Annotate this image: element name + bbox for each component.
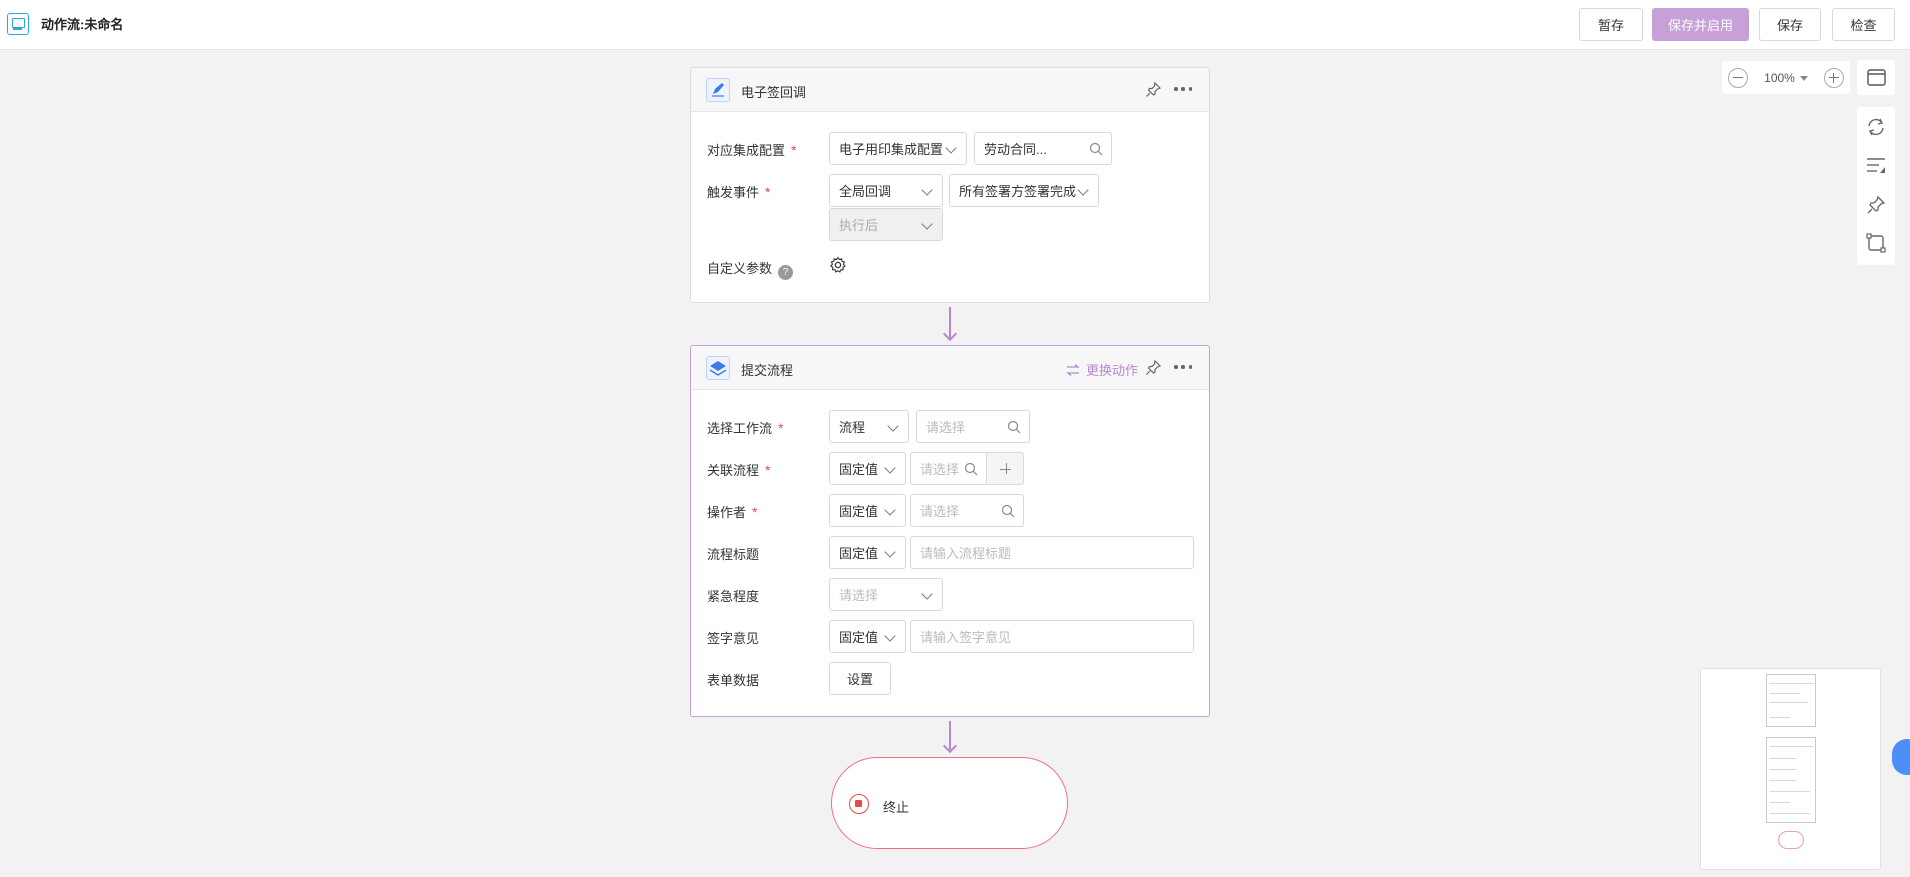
minimap[interactable] (1700, 668, 1881, 870)
caret-down-icon (1799, 75, 1808, 81)
stop-icon (849, 794, 869, 814)
end-node[interactable]: 终止 (831, 757, 1068, 849)
operator-label: 操作者 * (707, 504, 758, 520)
chevron-down-icon (921, 588, 933, 600)
chevron-down-icon (1077, 184, 1089, 196)
refresh-icon[interactable] (1865, 116, 1887, 138)
search-icon (964, 462, 978, 476)
card-header: 电子签回调 (691, 68, 1209, 112)
urgency-select[interactable]: 请选择 (829, 578, 943, 611)
zoom-value: 100% (1764, 70, 1795, 85)
related-search[interactable]: 请选择 (910, 452, 987, 485)
fit-screen-button[interactable] (1857, 60, 1895, 95)
event-select[interactable]: 全局回调 (829, 174, 943, 207)
event-timing-select: 执行后 (829, 208, 943, 241)
app-icon (7, 13, 29, 35)
card-title: 电子签回调 (741, 85, 807, 100)
flow-title-type-select[interactable]: 固定值 (829, 536, 906, 569)
swap-action-label: 更换动作 (1086, 363, 1139, 378)
zoom-in-icon[interactable] (1823, 67, 1844, 88)
save-button[interactable]: 保存 (1759, 8, 1821, 41)
workflow-label: 选择工作流 * (707, 420, 784, 436)
swap-action-button[interactable]: 更换动作 (1066, 360, 1138, 379)
end-node-label: 终止 (883, 800, 910, 815)
operator-type-select[interactable]: 固定值 (829, 494, 906, 527)
card-title: 提交流程 (741, 363, 794, 378)
minimap-end-node (1778, 831, 1804, 849)
operator-search[interactable]: 请选择 (910, 494, 1024, 527)
zoom-select[interactable]: 100% (1764, 71, 1808, 85)
workflow-type-select[interactable]: 流程 (829, 410, 909, 443)
chevron-down-icon (921, 184, 933, 196)
sign-opinion-input[interactable]: 请输入签字意见 (910, 620, 1194, 653)
search-icon (1089, 142, 1103, 156)
page-title: 动作流:未命名 (41, 17, 124, 32)
minimap-card (1766, 674, 1816, 727)
pin-icon[interactable] (1144, 81, 1162, 99)
form-data-settings-button[interactable]: 设置 (829, 662, 891, 695)
pin-icon[interactable] (1144, 359, 1162, 377)
custom-params-label: 自定义参数? (707, 258, 794, 280)
zoom-control: 100% (1722, 61, 1850, 94)
add-related-button[interactable] (986, 452, 1024, 485)
layers-icon (706, 356, 730, 380)
side-toolbar (1857, 107, 1895, 265)
chevron-down-icon (921, 218, 933, 230)
flow-title-input[interactable]: 请输入流程标题 (910, 536, 1194, 569)
flow-title-label: 流程标题 (707, 547, 760, 562)
check-button[interactable]: 检查 (1832, 8, 1895, 41)
minimap-card (1766, 737, 1816, 823)
chevron-down-icon (884, 630, 896, 642)
sort-icon[interactable] (1865, 154, 1887, 176)
chevron-down-icon (884, 546, 896, 558)
esign-callback-card[interactable]: 电子签回调 对应集成配置 * 电子用印集成配置 劳动合同... 触发事件 * 全局回… (690, 67, 1210, 303)
arrow-down-icon (942, 326, 958, 342)
search-icon (1007, 420, 1021, 434)
fit-screen-icon (1867, 69, 1886, 86)
chevron-down-icon (884, 504, 896, 516)
zoom-out-icon[interactable] (1728, 67, 1748, 88)
arrow-down-icon (942, 738, 958, 754)
more-icon[interactable] (1174, 365, 1192, 371)
submit-flow-card[interactable]: 提交流程 更换动作 选择工作流 * 流程 请选择 关联流程 * 固定值 请选择 操作… (690, 345, 1210, 717)
event-label: 触发事件 * (707, 184, 771, 200)
config-label: 对应集成配置 * (707, 142, 797, 158)
workflow-search[interactable]: 请选择 (916, 410, 1030, 443)
form-data-label: 表单数据 (707, 673, 760, 688)
urgency-label: 紧急程度 (707, 589, 760, 604)
chevron-down-icon (945, 142, 957, 154)
debug-float-button[interactable] (1892, 739, 1910, 775)
swap-icon (1066, 363, 1080, 376)
sign-type-select[interactable]: 固定值 (829, 620, 906, 653)
save-enable-button[interactable]: 保存并启用 (1652, 8, 1749, 41)
pin-icon[interactable] (1865, 194, 1887, 216)
gear-icon[interactable] (829, 256, 847, 274)
chevron-down-icon (887, 420, 899, 432)
event-detail-select[interactable]: 所有签署方签署完成 (949, 174, 1099, 207)
chevron-down-icon (884, 462, 896, 474)
config-search[interactable]: 劳动合同... (974, 132, 1112, 165)
esign-icon (706, 78, 730, 102)
related-flow-label: 关联流程 * (707, 462, 771, 478)
more-icon[interactable] (1174, 87, 1192, 93)
pause-button[interactable]: 暂存 (1579, 8, 1643, 41)
card-header: 提交流程 更换动作 (691, 346, 1209, 390)
help-icon[interactable]: ? (778, 265, 794, 280)
sign-opinion-label: 签字意见 (707, 631, 760, 646)
top-bar: 动作流:未命名 暂存 保存并启用 保存 检查 (0, 0, 1910, 50)
config-select[interactable]: 电子用印集成配置 (829, 132, 967, 165)
search-icon (1001, 504, 1015, 518)
crop-icon[interactable] (1865, 232, 1887, 254)
related-type-select[interactable]: 固定值 (829, 452, 906, 485)
